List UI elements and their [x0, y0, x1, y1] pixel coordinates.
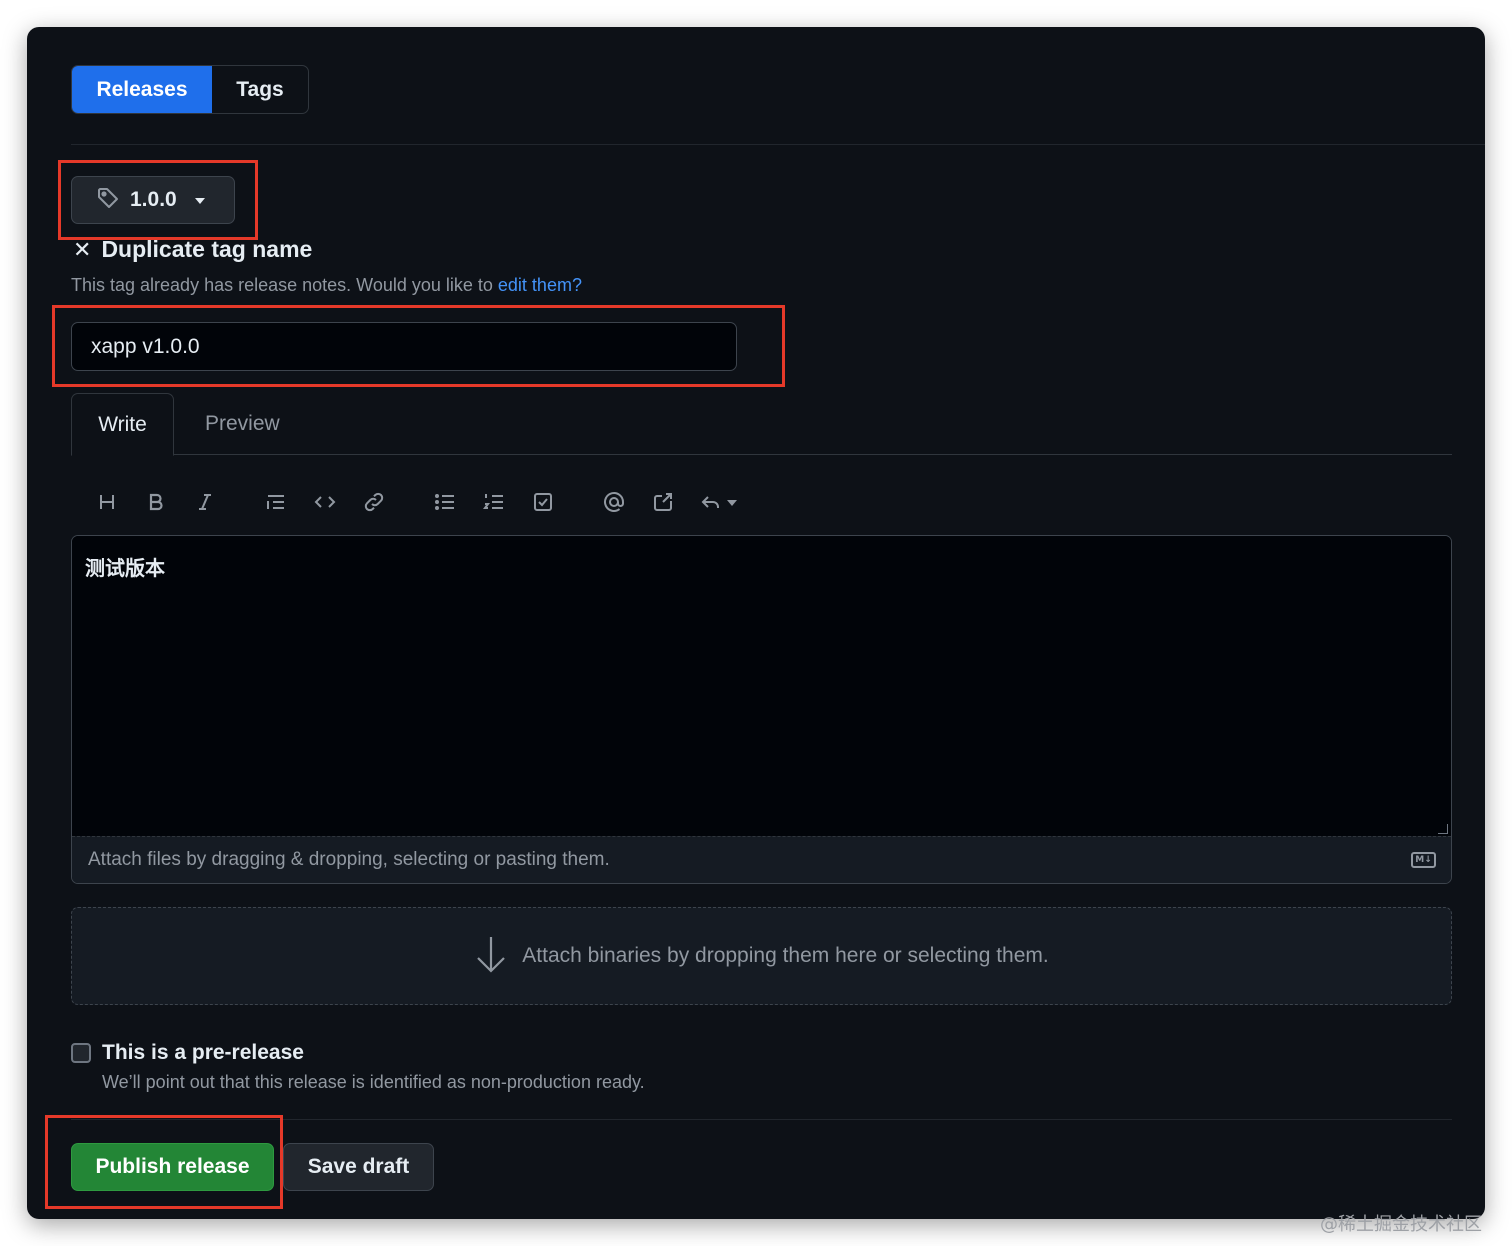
divider — [71, 144, 1485, 145]
task-list-icon[interactable] — [525, 484, 561, 520]
quote-icon[interactable] — [258, 484, 294, 520]
link-icon[interactable] — [356, 484, 392, 520]
prerelease-description: We’ll point out that this release is ide… — [102, 1072, 645, 1092]
watermark: @稀土掘金技术社区 — [1320, 1214, 1482, 1235]
tab-tags[interactable]: Tags — [212, 66, 308, 113]
chevron-down-icon — [194, 198, 205, 204]
editor-tabs: Write Preview — [71, 393, 1452, 456]
release-editor-window: Releases Tags 1.0.0 ✕ Duplicate tag name… — [27, 27, 1485, 1219]
reference-icon[interactable] — [645, 484, 681, 520]
release-notes-textarea[interactable]: 测试版本 — [72, 536, 1451, 836]
releases-tags-switch: Releases Tags — [71, 65, 309, 114]
release-body-editor: 测试版本 Attach files by dragging & dropping… — [71, 535, 1452, 884]
prerelease-checkbox[interactable] — [71, 1043, 91, 1063]
edit-them-link[interactable]: edit them? — [498, 275, 582, 295]
arrow-down-icon — [474, 934, 508, 979]
ordered-list-icon[interactable] — [476, 484, 512, 520]
x-icon: ✕ — [73, 236, 92, 262]
markdown-icon: M↓ — [1411, 852, 1436, 868]
release-title-input[interactable]: xapp v1.0.0 — [71, 322, 737, 371]
tag-value: 1.0.0 — [130, 188, 177, 211]
unordered-list-icon[interactable] — [427, 484, 463, 520]
publish-release-button[interactable]: Publish release — [71, 1143, 274, 1191]
binaries-text: Attach binaries by dropping them here or… — [522, 944, 1049, 967]
reply-icon[interactable] — [694, 484, 742, 520]
resize-handle[interactable] — [1438, 824, 1448, 834]
error-title-text: Duplicate tag name — [101, 236, 313, 262]
attach-files-bar[interactable]: Attach files by dragging & dropping, sel… — [72, 836, 1451, 883]
save-draft-button[interactable]: Save draft — [283, 1143, 434, 1191]
divider — [71, 1119, 1452, 1120]
markdown-toolbar — [89, 482, 755, 522]
binaries-dropzone[interactable]: Attach binaries by dropping them here or… — [71, 907, 1452, 1005]
tab-write[interactable]: Write — [71, 393, 174, 456]
error-desc-text: This tag already has release notes. Woul… — [71, 275, 498, 295]
attach-files-text: Attach files by dragging & dropping, sel… — [88, 849, 610, 870]
heading-icon[interactable] — [89, 484, 125, 520]
tab-preview[interactable]: Preview — [205, 393, 280, 455]
bold-icon[interactable] — [138, 484, 174, 520]
italic-icon[interactable] — [187, 484, 223, 520]
mention-icon[interactable] — [596, 484, 632, 520]
tag-icon — [96, 186, 120, 215]
error-title: ✕ Duplicate tag name — [73, 236, 312, 263]
prerelease-label[interactable]: This is a pre-release — [102, 1041, 304, 1065]
error-description: This tag already has release notes. Woul… — [71, 275, 582, 296]
tab-releases[interactable]: Releases — [72, 66, 212, 113]
chevron-down-icon — [727, 500, 737, 506]
tag-picker-button[interactable]: 1.0.0 — [71, 176, 235, 224]
code-icon[interactable] — [307, 484, 343, 520]
